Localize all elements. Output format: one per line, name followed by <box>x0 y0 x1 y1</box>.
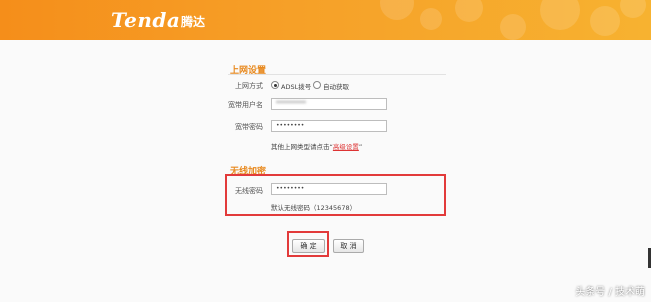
password-value: •••••••• <box>276 122 305 129</box>
advanced-settings-hint: 其他上网类型请点击“高级设置” <box>271 141 362 151</box>
watermark-text: 头条号 / 技术萌 <box>575 287 645 298</box>
tenda-logo-cn: 腾达 <box>181 15 206 29</box>
default-password-hint: 默认无线密码（12345678） <box>271 204 357 212</box>
internet-settings-divider <box>228 74 446 75</box>
username-field[interactable]: ********** <box>271 98 387 110</box>
header-bar: Tenda 腾达 <box>0 0 651 40</box>
auto-obtain-radio-label[interactable]: 自动获取 <box>323 81 349 91</box>
advanced-settings-link[interactable]: 高级设置 <box>333 143 359 151</box>
username-label: 宽带用户名 <box>228 101 263 109</box>
wireless-password-label: 无线密码 <box>235 187 263 195</box>
header-bubble-decoration <box>380 0 414 20</box>
wireless-password-value: •••••••• <box>276 185 305 192</box>
header-bubble-decoration <box>590 6 620 36</box>
hint-suffix: ” <box>358 143 363 151</box>
header-bubble-decoration <box>500 14 526 40</box>
hint-prefix: 其他上网类型请点击“ <box>271 143 333 151</box>
header-bubble-decoration <box>455 0 483 22</box>
auto-obtain-radio[interactable] <box>313 81 321 89</box>
adsl-radio-label[interactable]: ADSL拨号 <box>281 81 311 91</box>
cancel-button[interactable]: 取 消 <box>333 239 364 253</box>
header-bubble-decoration <box>540 0 580 30</box>
header-bubble-decoration <box>420 8 442 30</box>
adsl-radio[interactable] <box>271 81 279 89</box>
connection-type-label: 上网方式 <box>235 82 263 90</box>
header-bubble-decoration <box>620 0 646 18</box>
username-value: ********** <box>276 100 306 107</box>
wireless-password-field[interactable]: •••••••• <box>271 183 387 195</box>
password-field[interactable]: •••••••• <box>271 120 387 132</box>
confirm-button[interactable]: 确 定 <box>292 239 325 253</box>
tenda-logo: Tenda <box>111 8 181 32</box>
password-label: 宽带密码 <box>235 123 263 131</box>
